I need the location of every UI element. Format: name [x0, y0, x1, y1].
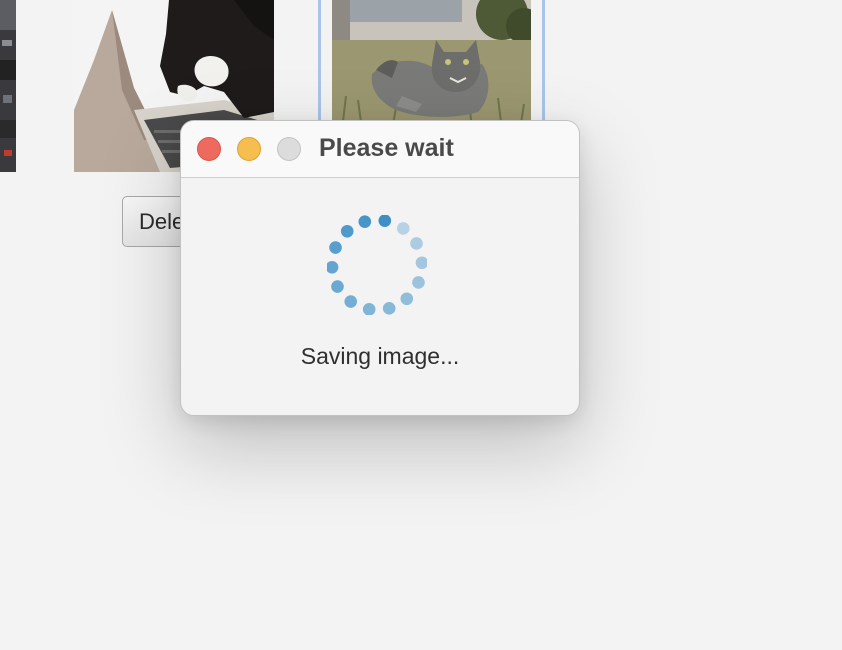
spinner-dot	[415, 256, 427, 270]
minimize-icon[interactable]	[237, 137, 261, 161]
spinner-dot	[412, 276, 425, 289]
status-text: Saving image...	[300, 343, 460, 369]
spinner-dot	[410, 237, 423, 250]
spinner-dot	[329, 241, 342, 254]
spinner-dot	[327, 260, 339, 274]
spinner-dot	[400, 292, 414, 306]
loading-spinner-icon	[327, 215, 427, 315]
thumbnail-image-left[interactable]	[0, 0, 16, 172]
spinner-dot	[362, 303, 376, 315]
thumbnail-cat-grass[interactable]	[332, 0, 531, 130]
spinner-dot	[382, 302, 396, 315]
spinner-dot	[344, 295, 358, 308]
please-wait-dialog: Please wait Saving image...	[180, 120, 580, 416]
zoom-icon	[277, 137, 301, 161]
spinner-dot	[331, 280, 344, 293]
spinner-dot	[378, 215, 392, 227]
spinner-dot	[340, 224, 354, 238]
dialog-titlebar: Please wait	[181, 121, 579, 178]
spinner-dot	[358, 215, 372, 228]
dialog-title: Please wait	[319, 134, 454, 162]
spinner-dot	[396, 222, 410, 235]
close-icon[interactable]	[197, 137, 221, 161]
